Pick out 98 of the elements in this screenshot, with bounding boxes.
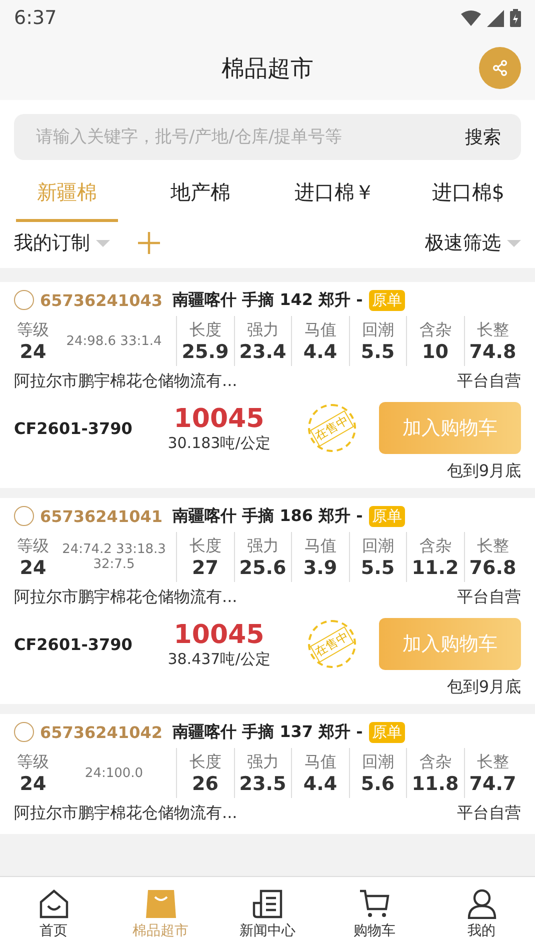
signal-icon — [487, 10, 504, 26]
spec-label: 长度 — [189, 536, 222, 556]
category-tab[interactable]: 地产棉 — [150, 166, 252, 222]
select-radio[interactable] — [14, 722, 34, 742]
seller-label: 平台自营 — [457, 370, 521, 392]
on-sale-stamp: 在售中 — [308, 620, 356, 668]
spec-label: 马值 — [304, 752, 336, 772]
grade-note: 24:100.0 — [84, 766, 144, 780]
quantity: 38.437吨/公定 — [168, 650, 270, 668]
spec-label: 回潮 — [362, 752, 394, 772]
select-radio[interactable] — [14, 290, 34, 310]
spec-value: 74.7 — [469, 772, 516, 794]
plus-icon[interactable] — [138, 232, 160, 254]
spec-label: 含杂 — [419, 752, 452, 772]
nav-tab[interactable]: 我的 — [428, 877, 535, 951]
origin-tag: 原单 — [368, 722, 405, 742]
warehouse-name: 阿拉尔市鹏宇棉花仓储物流有... — [14, 802, 238, 824]
batch-number: 65736241043 — [40, 290, 162, 310]
spec-value: 27 — [192, 556, 218, 578]
spec-label: 长整 — [476, 320, 509, 340]
spec-value: 26 — [192, 772, 218, 794]
page-title: 棉品超市 — [222, 54, 314, 84]
seller-label: 平台自营 — [457, 586, 521, 608]
category-tab[interactable]: 进口棉￥ — [284, 166, 386, 222]
spec-value: 25.9 — [182, 340, 229, 362]
nav-tab[interactable]: 购物车 — [321, 877, 428, 951]
grade-note: 32:7.5 — [93, 557, 135, 572]
spec-label: 含杂 — [419, 536, 452, 556]
spec-value: 74.8 — [469, 340, 516, 362]
seller-label: 平台自营 — [457, 802, 521, 824]
battery-icon — [510, 9, 521, 27]
spec-label: 强力 — [246, 536, 279, 556]
spec-label: 长整 — [476, 752, 509, 772]
newspaper-icon — [252, 888, 284, 918]
spec-label: 等级 — [17, 320, 49, 340]
nav-tab[interactable]: 首页 — [0, 877, 107, 951]
listing-title: 南疆喀什 手摘 186 郑升 - — [172, 506, 363, 526]
home-icon — [38, 888, 70, 918]
grade-note: 24:74.2 33:18.3 — [62, 542, 166, 557]
spec-value: 5.5 — [360, 340, 395, 362]
search-button[interactable]: 搜索 — [465, 125, 501, 149]
spec-label: 回潮 — [362, 536, 394, 556]
search-field[interactable]: 请输入关键字，批号/产地/仓库/提单号等 搜索 — [14, 114, 521, 160]
origin-tag: 原单 — [368, 506, 405, 526]
share-button[interactable] — [479, 47, 521, 89]
spec-label: 强力 — [246, 320, 279, 340]
spec-label: 强力 — [246, 752, 279, 772]
spec-label: 含杂 — [419, 320, 452, 340]
spec-value: 3.9 — [303, 556, 338, 578]
warehouse-name: 阿拉尔市鹏宇棉花仓储物流有... — [14, 370, 238, 392]
spec-value: 25.6 — [239, 556, 286, 578]
grade-note: 24:98.6 33:1.4 — [66, 334, 162, 348]
spec-label: 长度 — [189, 752, 222, 772]
spec-value: 5.5 — [360, 556, 395, 578]
wifi-icon — [461, 10, 481, 26]
spec-value: 11.8 — [412, 772, 459, 794]
spec-value: 76.8 — [469, 556, 516, 578]
delivery-note: 包到9月底 — [446, 460, 521, 482]
shopping-bag-icon — [144, 888, 176, 918]
spec-label: 长整 — [476, 536, 509, 556]
spec-label: 马值 — [304, 320, 336, 340]
batch-number: 65736241042 — [40, 722, 162, 742]
spec-label: 马值 — [304, 536, 336, 556]
spec-value: 23.4 — [239, 340, 286, 362]
contract-code: CF2601-3790 — [14, 634, 134, 654]
batch-number: 65736241041 — [40, 506, 162, 526]
price: 10045 — [174, 620, 264, 650]
origin-tag: 原单 — [368, 290, 405, 310]
spec-value: 24 — [20, 556, 46, 578]
warehouse-name: 阿拉尔市鹏宇棉花仓储物流有... — [14, 586, 238, 608]
spec-label: 回潮 — [362, 320, 394, 340]
spec-value: 24 — [20, 772, 46, 794]
quantity: 30.183吨/公定 — [168, 434, 270, 452]
person-icon — [466, 888, 498, 918]
spec-value: 4.4 — [303, 772, 338, 794]
contract-code: CF2601-3790 — [14, 418, 134, 438]
share-icon — [491, 59, 509, 77]
spec-label: 等级 — [17, 752, 49, 772]
status-time: 6:37 — [14, 7, 57, 29]
spec-value: 23.5 — [239, 772, 286, 794]
select-radio[interactable] — [14, 506, 34, 526]
spec-value: 24 — [20, 340, 46, 362]
spec-value: 10 — [422, 340, 448, 362]
cart-icon — [358, 888, 390, 918]
spec-label: 长度 — [189, 320, 222, 340]
spec-value: 4.4 — [303, 340, 338, 362]
spec-label: 等级 — [17, 536, 49, 556]
listing-title: 南疆喀什 手摘 142 郑升 - — [172, 290, 363, 310]
category-tab[interactable]: 进口棉$ — [417, 166, 519, 222]
spec-value: 11.2 — [412, 556, 459, 578]
spec-value: 5.6 — [360, 772, 395, 794]
custom-filter-dropdown[interactable]: 我的订制 — [14, 230, 110, 256]
price: 10045 — [174, 404, 264, 434]
listing-title: 南疆喀什 手摘 137 郑升 - — [172, 722, 363, 742]
delivery-note: 包到9月底 — [446, 676, 521, 698]
on-sale-stamp: 在售中 — [308, 404, 356, 452]
quick-filter-dropdown[interactable]: 极速筛选 — [425, 230, 521, 256]
nav-tab[interactable]: 新闻中心 — [214, 877, 321, 951]
